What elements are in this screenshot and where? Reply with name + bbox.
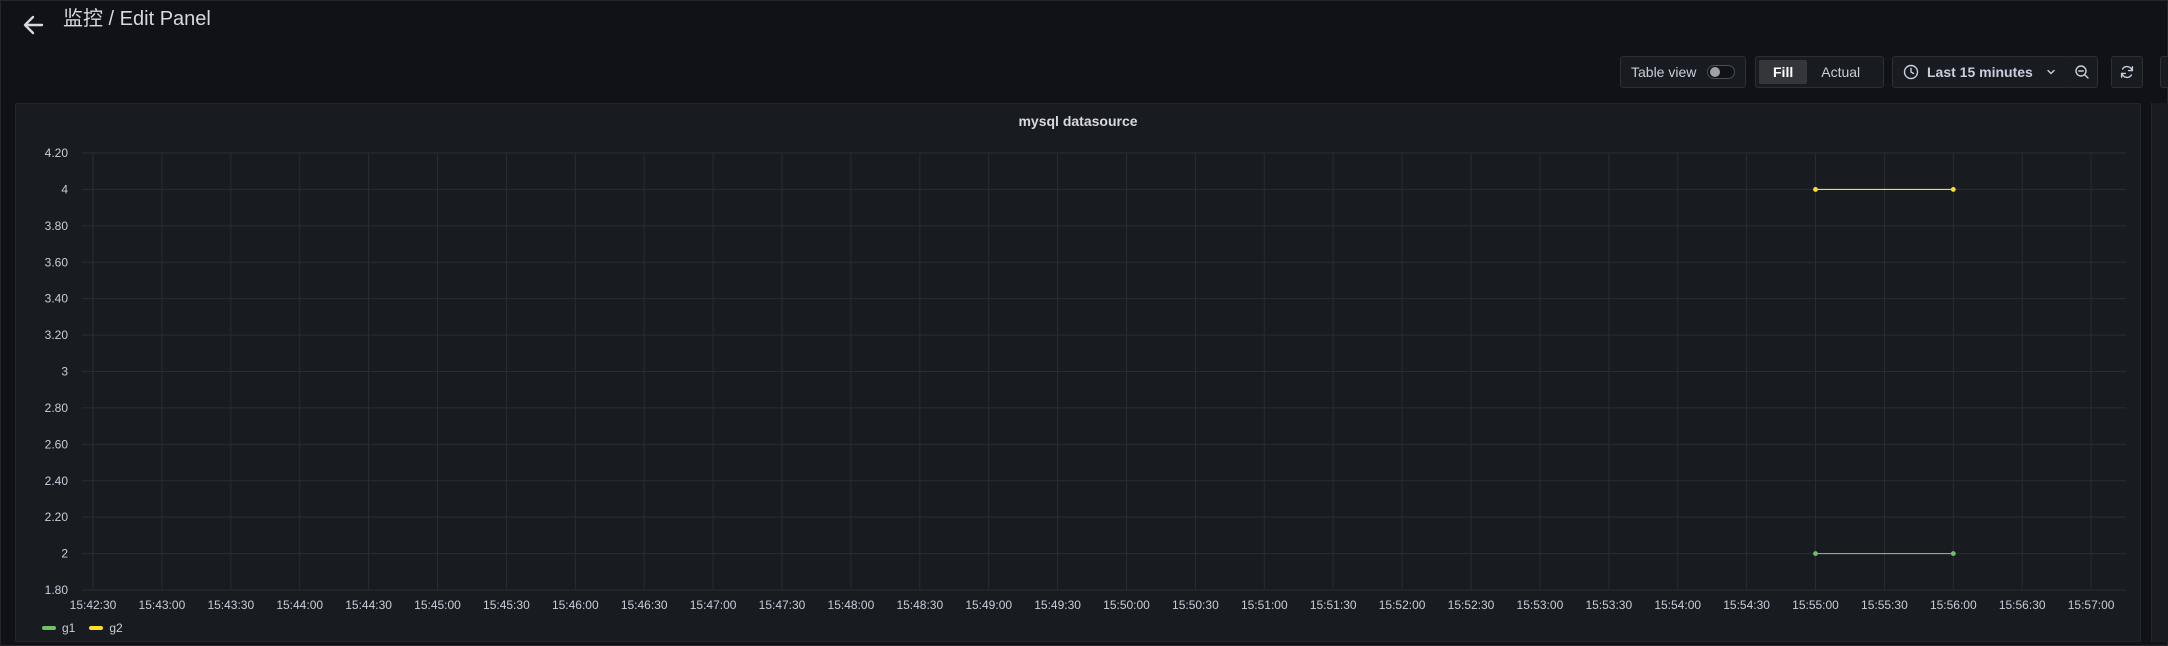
options-pane-edge: [2151, 103, 2168, 642]
x-tick-label: 15:56:00: [1930, 598, 1977, 609]
toolbar-overflow-button[interactable]: [2160, 56, 2168, 88]
y-tick-label: 2.60: [45, 437, 69, 451]
legend-swatch-g2: [89, 626, 104, 630]
time-range-label: Last 15 minutes: [1927, 64, 2033, 80]
refresh-button[interactable]: [2111, 56, 2143, 88]
fill-option[interactable]: Fill: [1759, 60, 1808, 84]
x-tick-label: 15:47:00: [690, 598, 737, 609]
legend-item-g1[interactable]: g1: [42, 621, 75, 635]
y-tick-label: 2.20: [45, 510, 69, 524]
x-tick-label: 15:54:30: [1723, 598, 1770, 609]
back-button[interactable]: [18, 10, 48, 40]
data-point-g2: [1813, 187, 1818, 192]
zoom-out-button[interactable]: [2066, 56, 2098, 88]
x-tick-label: 15:49:00: [965, 598, 1012, 609]
x-tick-label: 15:51:30: [1310, 598, 1357, 609]
x-tick-label: 15:52:30: [1448, 598, 1495, 609]
y-tick-label: 3.80: [45, 219, 69, 233]
x-tick-label: 15:54:00: [1654, 598, 1701, 609]
time-range-picker[interactable]: Last 15 minutes: [1892, 56, 2068, 88]
graph-panel: mysql datasource 4.20 4 3.80 3.60 3.40 3.20 3 2…: [15, 103, 2141, 642]
y-tick-label: 2: [61, 547, 68, 561]
x-tick-label: 15:44:30: [345, 598, 392, 609]
x-tick-label: 15:55:30: [1861, 598, 1908, 609]
legend-label-g2: g2: [109, 621, 123, 635]
y-tick-label: 2.40: [45, 474, 69, 488]
x-tick-label: 15:50:00: [1103, 598, 1150, 609]
x-tick-label: 15:57:00: [2068, 598, 2115, 609]
x-tick-label: 15:50:30: [1172, 598, 1219, 609]
x-tick-label: 15:55:00: [1792, 598, 1839, 609]
y-tick-label: 3.20: [45, 328, 69, 342]
x-tick-label: 15:44:00: [276, 598, 323, 609]
x-tick-label: 15:53:30: [1585, 598, 1632, 609]
y-tick-label: 3: [61, 365, 68, 379]
x-tick-label: 15:45:00: [414, 598, 461, 609]
y-tick-label: 3.60: [45, 255, 69, 269]
x-tick-label: 15:49:30: [1034, 598, 1081, 609]
actual-option[interactable]: Actual: [1807, 60, 1874, 84]
clock-icon: [1903, 64, 1919, 80]
table-view-switch[interactable]: [1707, 65, 1735, 79]
x-tick-label: 15:52:00: [1379, 598, 1426, 609]
y-tick-label: 4: [61, 182, 68, 196]
x-tick-label: 15:46:00: [552, 598, 599, 609]
x-tick-label: 15:48:30: [896, 598, 943, 609]
table-view-toggle[interactable]: Table view: [1620, 56, 1746, 88]
fill-actual-selector: Fill Actual: [1755, 56, 1884, 88]
legend-item-g2[interactable]: g2: [89, 621, 123, 635]
zoom-out-icon: [2074, 65, 2089, 79]
x-tick-label: 15:43:00: [139, 598, 186, 609]
x-tick-label: 15:51:00: [1241, 598, 1288, 609]
time-series-chart[interactable]: 4.20 4 3.80 3.60 3.40 3.20 3 2.80 2.60 2.40 2.20 2 1…: [16, 104, 2140, 609]
legend-swatch-g1: [42, 626, 56, 630]
x-tick-label: 15:56:30: [1999, 598, 2046, 609]
y-tick-label: 3.40: [45, 292, 69, 306]
x-tick-label: 15:48:00: [828, 598, 875, 609]
data-point-g1: [1950, 551, 1956, 556]
legend-label-g1: g1: [62, 621, 76, 635]
table-view-label: Table view: [1631, 64, 1697, 80]
y-tick-label: 4.20: [45, 146, 69, 160]
x-tick-label: 15:45:30: [483, 598, 530, 609]
data-point-g2: [1950, 187, 1956, 192]
x-tick-label: 15:47:30: [759, 598, 806, 609]
y-tick-label: 1.80: [45, 583, 69, 597]
legend: g1 g2: [42, 621, 123, 635]
arrow-left-icon: [23, 15, 44, 35]
x-tick-label: 15:42:30: [70, 598, 117, 609]
x-tick-label: 15:46:30: [621, 598, 668, 609]
x-tick-label: 15:53:00: [1517, 598, 1564, 609]
chevron-down-icon: [2047, 69, 2055, 75]
x-tick-label: 15:43:30: [207, 598, 254, 609]
page-title: 监控 / Edit Panel: [63, 8, 211, 30]
y-tick-label: 2.80: [45, 401, 69, 415]
data-point-g1: [1813, 551, 1818, 556]
refresh-icon: [2120, 65, 2134, 79]
